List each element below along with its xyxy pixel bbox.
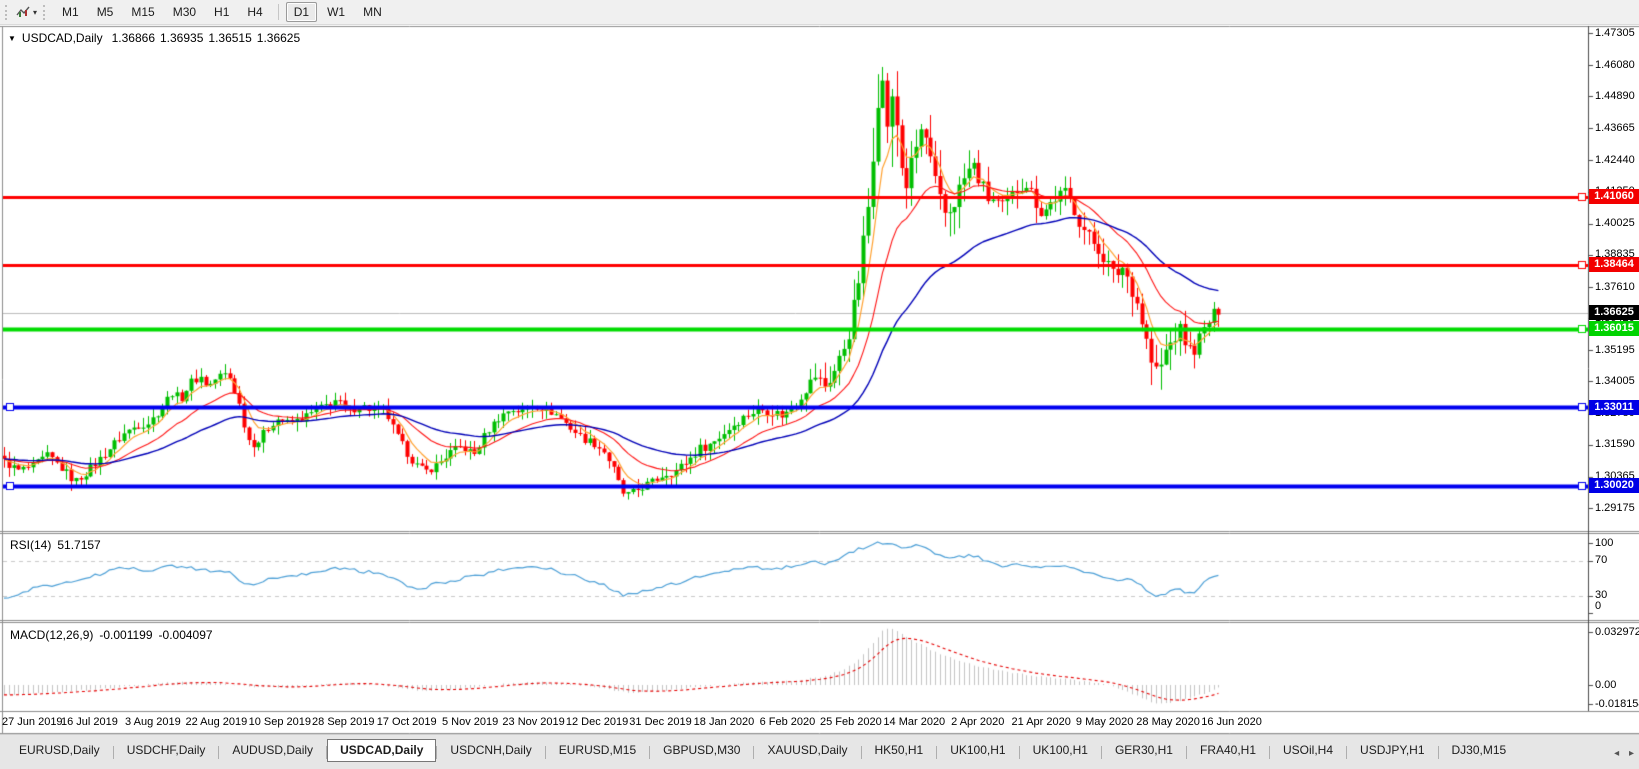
- rsi-tick-label: 0: [1595, 600, 1639, 613]
- tab-ger30-h1[interactable]: GER30,H1: [1102, 739, 1186, 762]
- collapse-arrow-icon[interactable]: ▼: [8, 34, 16, 43]
- hline-price-tag: 1.41060: [1589, 189, 1639, 204]
- date-label: 10 Sep 2019: [249, 716, 311, 728]
- price-tick-label: 1.40025: [1595, 217, 1639, 230]
- date-label: 5 Nov 2019: [442, 716, 498, 728]
- timeframe-toolbar: ▾ M1M5M15M30H1H4 D1W1MN: [0, 0, 1639, 25]
- date-label: 28 May 2020: [1136, 716, 1200, 728]
- tab-scroll-right-icon[interactable]: ▸: [1629, 748, 1634, 759]
- chevron-down-icon[interactable]: ▾: [33, 8, 37, 17]
- timeframe-button-m30[interactable]: M30: [165, 2, 204, 22]
- chart-title: ▼ USDCAD,Daily 1.36866 1.36935 1.36515 1.3662…: [8, 31, 305, 45]
- rsi-indicator-label: RSI(14)51.7157: [10, 538, 107, 552]
- date-label: 22 Aug 2019: [185, 716, 247, 728]
- date-label: 6 Feb 2020: [760, 716, 816, 728]
- date-label: 9 May 2020: [1076, 716, 1133, 728]
- timeframe-button-d1[interactable]: D1: [286, 2, 317, 22]
- price-tick-label: 1.29175: [1595, 502, 1639, 515]
- hline-price-tag: 1.30020: [1589, 478, 1639, 493]
- date-label: 2 Apr 2020: [951, 716, 1004, 728]
- date-label: 17 Oct 2019: [377, 716, 437, 728]
- price-tick-label: 1.37610: [1595, 281, 1639, 294]
- ohlc-high: 1.36935: [160, 31, 203, 45]
- trading-terminal-window: ▾ M1M5M15M30H1H4 D1W1MN ▼ USDCAD,Daily 1.36…: [0, 0, 1639, 769]
- tab-audusd-daily[interactable]: AUDUSD,Daily: [219, 739, 326, 762]
- tab-xauusd-daily[interactable]: XAUUSD,Daily: [754, 739, 860, 762]
- price-tick-label: 1.34005: [1595, 375, 1639, 388]
- tab-usdjpy-h1[interactable]: USDJPY,H1: [1347, 739, 1437, 762]
- price-tick-label: 1.31590: [1595, 438, 1639, 451]
- hline-price-tag: 1.33011: [1589, 400, 1639, 415]
- timeframe-button-w1[interactable]: W1: [319, 2, 353, 22]
- tab-usoil-h4[interactable]: USOil,H4: [1270, 739, 1346, 762]
- price-tick-label: 1.47305: [1595, 27, 1639, 40]
- hline-price-tag: 1.38464: [1589, 257, 1639, 272]
- price-tick-label: 1.43665: [1595, 122, 1639, 135]
- tab-usdchf-daily[interactable]: USDCHF,Daily: [114, 739, 219, 762]
- macd-tick-label: -0.018154: [1595, 698, 1639, 711]
- timeframe-button-m15[interactable]: M15: [123, 2, 162, 22]
- date-label: 18 Jan 2020: [694, 716, 755, 728]
- price-tick-label: 1.44890: [1595, 90, 1639, 103]
- date-label: 21 Apr 2020: [1012, 716, 1071, 728]
- macd-tick-label: 0.032972: [1595, 626, 1639, 639]
- chart-tool-icon[interactable]: [15, 5, 32, 20]
- date-label: 14 Mar 2020: [883, 716, 945, 728]
- date-label: 25 Feb 2020: [820, 716, 882, 728]
- tab-eurusd-daily[interactable]: EURUSD,Daily: [6, 739, 113, 762]
- tab-fra40-h1[interactable]: FRA40,H1: [1187, 739, 1269, 762]
- tab-uk100-h1[interactable]: UK100,H1: [1020, 739, 1101, 762]
- tab-hk50-h1[interactable]: HK50,H1: [862, 739, 937, 762]
- timeframe-button-m1[interactable]: M1: [54, 2, 87, 22]
- date-label: 28 Sep 2019: [312, 716, 374, 728]
- date-label: 27 Jun 2019: [2, 716, 63, 728]
- date-label: 16 Jun 2020: [1201, 716, 1262, 728]
- tab-usdcnh-daily[interactable]: USDCNH,Daily: [437, 739, 544, 762]
- timeframe-buttons: M1M5M15M30H1H4 D1W1MN: [53, 2, 391, 22]
- tab-scroll-arrows: ◂ ▸: [1607, 748, 1634, 759]
- current-price-tag: 1.36625: [1589, 305, 1639, 320]
- timeframe-button-h1[interactable]: H1: [206, 2, 237, 22]
- chart-tabs: EURUSD,DailyUSDCHF,DailyAUDUSD,DailyUSDC…: [6, 739, 1519, 762]
- timeframe-button-mn[interactable]: MN: [355, 2, 390, 22]
- ohlc-low: 1.36515: [208, 31, 251, 45]
- ohlc-close: 1.36625: [257, 31, 300, 45]
- hline-price-tag: 1.36015: [1589, 321, 1639, 336]
- macd-tick-label: 0.00: [1595, 679, 1639, 692]
- toolbar-group-handle[interactable]: [43, 5, 49, 20]
- tab-usdcad-daily[interactable]: USDCAD,Daily: [327, 739, 436, 762]
- rsi-tick-label: 70: [1595, 554, 1639, 567]
- ohlc-open: 1.36866: [112, 31, 155, 45]
- tab-dj30-m15[interactable]: DJ30,M15: [1439, 739, 1520, 762]
- tab-gbpusd-m30[interactable]: GBPUSD,M30: [650, 739, 753, 762]
- timeframe-button-m5[interactable]: M5: [89, 2, 122, 22]
- price-tick-label: 1.35195: [1595, 344, 1639, 357]
- date-label: 31 Dec 2019: [629, 716, 691, 728]
- chart-tab-bar: EURUSD,DailyUSDCHF,DailyAUDUSD,DailyUSDC…: [0, 734, 1639, 769]
- chart-symbol-label: USDCAD,Daily: [22, 31, 103, 45]
- rsi-tick-label: 100: [1595, 537, 1639, 550]
- tab-eurusd-m15[interactable]: EURUSD,M15: [546, 739, 649, 762]
- date-label: 3 Aug 2019: [125, 716, 181, 728]
- chart-canvas[interactable]: [0, 0, 1639, 769]
- date-label: 16 Jul 2019: [61, 716, 118, 728]
- date-label: 23 Nov 2019: [502, 716, 564, 728]
- timeframe-button-h4[interactable]: H4: [239, 2, 270, 22]
- tab-scroll-left-icon[interactable]: ◂: [1614, 748, 1619, 759]
- toolbar-separator: [278, 4, 279, 20]
- macd-indicator-label: MACD(12,26,9)-0.001199-0.004097: [10, 628, 219, 642]
- price-tick-label: 1.42440: [1595, 154, 1639, 167]
- toolbar-drag-handle[interactable]: [5, 5, 11, 20]
- tab-uk100-h1[interactable]: UK100,H1: [937, 739, 1018, 762]
- price-tick-label: 1.46080: [1595, 59, 1639, 72]
- date-label: 12 Dec 2019: [566, 716, 628, 728]
